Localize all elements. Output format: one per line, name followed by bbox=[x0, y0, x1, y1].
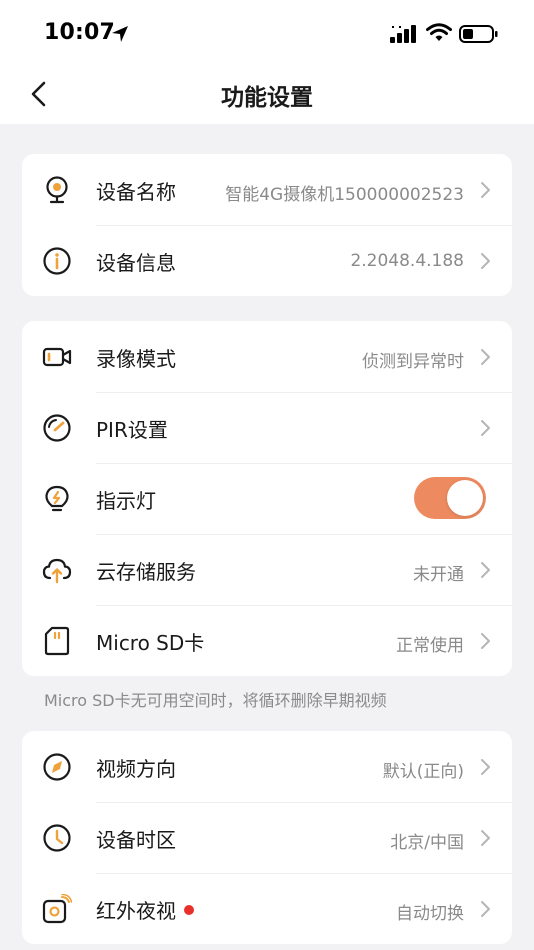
chevron-right-icon bbox=[481, 759, 490, 775]
row-label: 云存储服务 bbox=[96, 560, 196, 584]
row-device-name[interactable]: 设备名称 智能4G摄像机150000002523 bbox=[22, 154, 512, 225]
row-label: 指示灯 bbox=[96, 489, 156, 513]
row-micro-sd[interactable]: Micro SD卡 正常使用 bbox=[22, 605, 512, 676]
clock-icon bbox=[43, 824, 71, 852]
row-label: Micro SD卡 bbox=[96, 631, 205, 655]
row-device-info[interactable]: 设备信息 2.2048.4.188 bbox=[22, 225, 512, 296]
row-value: 未开通 bbox=[413, 565, 464, 585]
page-title: 功能设置 bbox=[221, 85, 313, 111]
info-icon bbox=[43, 247, 71, 275]
sd-card-hint: Micro SD卡无可用空间时，将循环删除早期视频 bbox=[44, 691, 387, 710]
row-label-text: 红外夜视 bbox=[96, 899, 176, 923]
row-value: 侦测到异常时 bbox=[362, 352, 464, 372]
chevron-right-icon bbox=[481, 182, 490, 198]
red-dot-badge bbox=[184, 905, 194, 915]
settings-group-recording: 录像模式 侦测到异常时 PIR设置 指示灯 云存储服务 未开通 Micro SD… bbox=[22, 321, 512, 676]
chevron-right-icon bbox=[481, 633, 490, 649]
row-label: 录像模式 bbox=[96, 347, 176, 371]
status-bar: 10:07 bbox=[0, 0, 534, 66]
bulb-icon bbox=[45, 485, 69, 512]
row-value: 默认(正向) bbox=[382, 762, 464, 782]
chevron-right-icon bbox=[481, 901, 490, 917]
row-value: 智能4G摄像机150000002523 bbox=[225, 185, 464, 205]
row-label: 设备名称 bbox=[96, 180, 176, 204]
wifi-icon bbox=[426, 23, 452, 41]
cloud-upload-icon bbox=[42, 558, 72, 584]
row-pir-settings[interactable]: PIR设置 bbox=[22, 392, 512, 463]
indicator-light-toggle[interactable] bbox=[414, 477, 486, 519]
row-device-timezone[interactable]: 设备时区 北京/中国 bbox=[22, 802, 512, 873]
row-label: PIR设置 bbox=[96, 418, 168, 442]
nav-bar: 功能设置 bbox=[0, 66, 534, 124]
settings-group-video: 视频方向 默认(正向) 设备时区 北京/中国 红外夜视 自动切换 bbox=[22, 731, 512, 944]
video-icon bbox=[42, 347, 72, 367]
infrared-icon bbox=[42, 894, 72, 924]
compass-icon bbox=[43, 753, 71, 781]
camera-icon bbox=[46, 176, 68, 204]
settings-group-device: 设备名称 智能4G摄像机150000002523 设备信息 2.2048.4.1… bbox=[22, 154, 512, 296]
sd-card-icon bbox=[44, 626, 70, 656]
row-value: 自动切换 bbox=[396, 904, 464, 924]
battery-icon bbox=[459, 25, 498, 43]
row-label: 视频方向 bbox=[96, 757, 176, 781]
location-arrow-icon bbox=[112, 26, 128, 42]
toggle-knob bbox=[447, 480, 483, 516]
row-cloud-storage[interactable]: 云存储服务 未开通 bbox=[22, 534, 512, 605]
row-value: 北京/中国 bbox=[390, 833, 464, 853]
row-label: 设备时区 bbox=[96, 828, 176, 852]
chevron-right-icon bbox=[481, 562, 490, 578]
chevron-right-icon bbox=[481, 253, 490, 269]
row-value: 正常使用 bbox=[396, 636, 464, 656]
row-label: 设备信息 bbox=[96, 251, 176, 275]
row-label: 红外夜视 bbox=[96, 895, 194, 924]
cellular-signal-icon bbox=[390, 25, 416, 43]
gauge-icon bbox=[43, 414, 71, 442]
row-record-mode[interactable]: 录像模式 侦测到异常时 bbox=[22, 321, 512, 392]
chevron-right-icon bbox=[481, 830, 490, 846]
status-time: 10:07 bbox=[44, 20, 116, 45]
row-infrared-night-vision[interactable]: 红外夜视 自动切换 bbox=[22, 873, 512, 944]
chevron-right-icon bbox=[481, 420, 490, 436]
row-indicator-light: 指示灯 bbox=[22, 463, 512, 534]
row-video-orientation[interactable]: 视频方向 默认(正向) bbox=[22, 731, 512, 802]
chevron-right-icon bbox=[481, 349, 490, 365]
row-value: 2.2048.4.188 bbox=[350, 251, 464, 271]
